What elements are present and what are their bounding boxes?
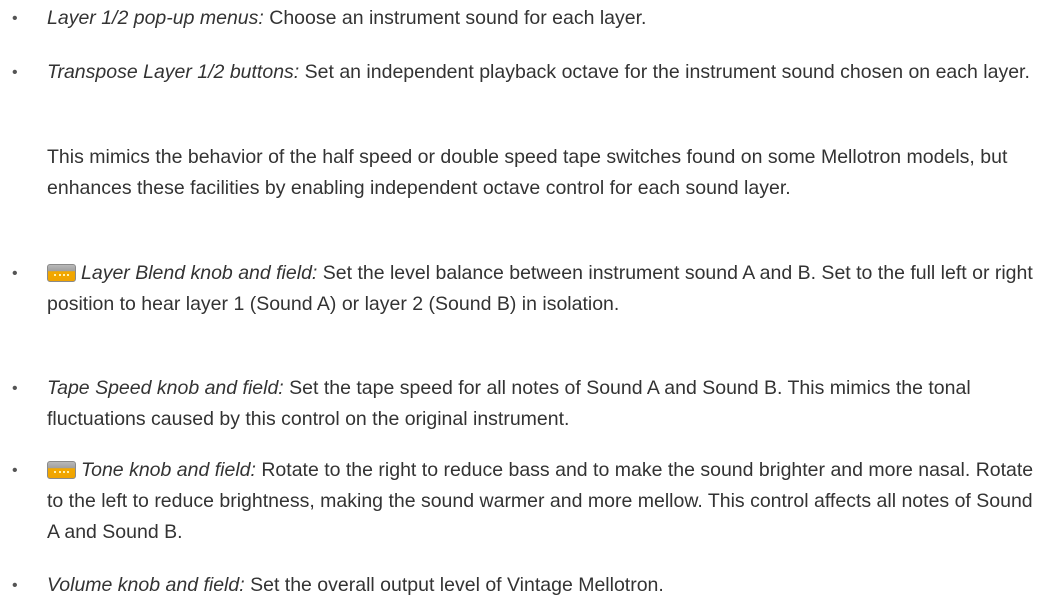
bullet: • xyxy=(12,462,18,479)
list-item-layer-blend: • Layer Blend knob and field: Set the le… xyxy=(0,258,1047,320)
term-label: Layer 1/2 pop-up menus: xyxy=(47,7,264,29)
transpose-note: This mimics the behavior of the half spe… xyxy=(47,146,1008,199)
bullet: • xyxy=(12,380,18,397)
list-item-volume: • Volume knob and field: Set the overall… xyxy=(0,570,1047,601)
bullet: • xyxy=(12,10,18,27)
term-description: Set an independent playback octave for t… xyxy=(304,61,1030,83)
extended-parameter-icon xyxy=(47,461,76,479)
extended-parameter-icon xyxy=(47,264,76,282)
term-label: Tone knob and field: xyxy=(81,459,256,481)
list-item-transpose: • Transpose Layer 1/2 buttons: Set an in… xyxy=(0,57,1047,88)
term-label: Tape Speed knob and field: xyxy=(47,377,284,399)
bullet: • xyxy=(12,265,18,282)
bullet: • xyxy=(12,577,18,594)
term-label: Layer Blend knob and field: xyxy=(81,262,318,284)
term-description: Choose an instrument sound for each laye… xyxy=(269,7,647,29)
bullet: • xyxy=(12,64,18,81)
list-item-layer-popup: • Layer 1/2 pop-up menus: Choose an inst… xyxy=(0,3,1047,34)
term-label: Transpose Layer 1/2 buttons: xyxy=(47,61,300,83)
term-label: Volume knob and field: xyxy=(47,574,245,596)
list-item-tone: • Tone knob and field: Rotate to the rig… xyxy=(0,455,1047,548)
list-item-tape-speed: • Tape Speed knob and field: Set the tap… xyxy=(0,373,1047,435)
term-description: Set the overall output level of Vintage … xyxy=(250,574,664,596)
